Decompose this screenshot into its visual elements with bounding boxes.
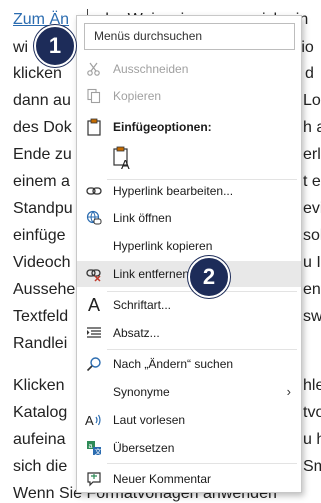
menu-search-input[interactable]: Menüs durchsuchen: [84, 23, 295, 50]
chevron-right-icon: ›: [286, 384, 291, 399]
document-line: klicken: [13, 65, 62, 82]
menu-item-label: Übersetzen: [113, 441, 175, 455]
document-line: sol: [303, 227, 321, 244]
menu-item-read-aloud[interactable]: A Laut vorlesen: [77, 407, 301, 433]
document-line: Katalog: [13, 404, 68, 421]
font-icon: A: [87, 294, 100, 315]
context-menu: Menüs durchsuchen Ausschneiden Kopieren …: [76, 15, 302, 493]
step-badge-1: 1: [34, 25, 76, 67]
document-line: Ende zu: [13, 146, 72, 163]
document-line: t ei: [303, 173, 321, 190]
menu-item-synonyms[interactable]: Synonyme ›: [77, 379, 301, 405]
svg-text:A: A: [85, 413, 94, 428]
document-line: dann au: [13, 92, 71, 109]
document-line: aufeina: [13, 431, 66, 448]
clipboard-icon: [85, 118, 103, 136]
menu-item-open-link[interactable]: Link öffnen: [77, 205, 301, 231]
menu-item-label: Link öffnen: [113, 211, 172, 225]
menu-item-translate[interactable]: a文 Übersetzen: [77, 435, 301, 461]
document-line: d: [305, 65, 314, 82]
menu-item-label: Einfügeoptionen:: [113, 120, 212, 134]
paste-keep-text-icon: A: [111, 146, 135, 172]
menu-item-label: Hyperlink kopieren: [113, 239, 213, 253]
svg-text:A: A: [121, 157, 130, 172]
menu-item-label: Ausschneiden: [113, 62, 189, 76]
document-line: h a: [303, 119, 321, 136]
menu-item-cut[interactable]: Ausschneiden: [77, 56, 301, 82]
menu-item-label: Hyperlink bearbeiten...: [113, 184, 234, 198]
menu-item-label: Kopieren: [113, 89, 162, 103]
menu-separator: [107, 463, 297, 464]
document-line: Klicken: [13, 377, 65, 394]
paragraph-icon: [85, 324, 103, 342]
menu-item-search[interactable]: Nach „Ändern“ suchen: [77, 351, 301, 377]
document-line: ent: [303, 281, 321, 298]
document-line: Lo: [303, 92, 321, 109]
menu-item-label: Neuer Kommentar: [113, 472, 212, 486]
link-remove-icon: [85, 265, 103, 283]
globe-link-icon: [85, 209, 103, 227]
document-line: u h: [303, 431, 321, 448]
svg-text:文: 文: [95, 447, 102, 456]
step-badge-2: 2: [188, 256, 230, 298]
paste-keep-text-button[interactable]: A: [105, 143, 165, 175]
menu-item-label: Absatz...: [113, 326, 160, 340]
document-line: erl: [303, 146, 321, 163]
menu-item-label: Nach „Ändern“ suchen: [113, 357, 234, 371]
document-line: einfüge: [13, 227, 66, 244]
document-line: tvo: [303, 404, 321, 421]
document-line: wi: [13, 39, 29, 56]
menu-item-copy-hyperlink[interactable]: Hyperlink kopieren: [77, 233, 301, 259]
document-line: swe: [303, 308, 321, 325]
menu-item-label: Synonyme: [113, 385, 170, 399]
translate-icon: a文: [85, 439, 103, 457]
document-line: Aussehe: [13, 281, 76, 298]
copy-icon: [85, 87, 103, 105]
comment-icon: [85, 470, 103, 488]
menu-item-copy[interactable]: Kopieren: [77, 83, 301, 109]
document-line: einem a: [13, 173, 70, 190]
link-icon: [85, 182, 103, 200]
document-line: sich die: [13, 458, 68, 475]
document-line: Standpu: [13, 200, 73, 217]
document-line: Videoch: [13, 254, 71, 271]
document-line: Randlei: [13, 335, 68, 352]
svg-text:a: a: [89, 443, 93, 450]
menu-item-font[interactable]: A Schriftart...: [77, 292, 301, 318]
menu-item-paste-options: Einfügeoptionen:: [77, 114, 301, 140]
document-line: evic: [303, 200, 321, 217]
document-line: Textfeld: [13, 308, 69, 325]
search-icon: [85, 355, 103, 373]
scissors-icon: [85, 60, 103, 78]
menu-item-paragraph[interactable]: Absatz...: [77, 320, 301, 346]
menu-item-label: Schriftart...: [113, 298, 172, 312]
menu-item-label: Laut vorlesen: [113, 413, 186, 427]
menu-item-label: Link entfernen: [113, 267, 190, 281]
menu-item-edit-hyperlink[interactable]: Hyperlink bearbeiten...: [77, 178, 301, 204]
document-line: Sm: [303, 458, 321, 475]
menu-item-new-comment[interactable]: Neuer Kommentar: [77, 466, 301, 492]
document-line: des Dok: [13, 119, 72, 136]
document-line: u Ih: [303, 254, 321, 271]
menu-separator: [107, 349, 297, 350]
document-line: hle: [303, 377, 321, 394]
read-aloud-icon: A: [85, 411, 103, 429]
